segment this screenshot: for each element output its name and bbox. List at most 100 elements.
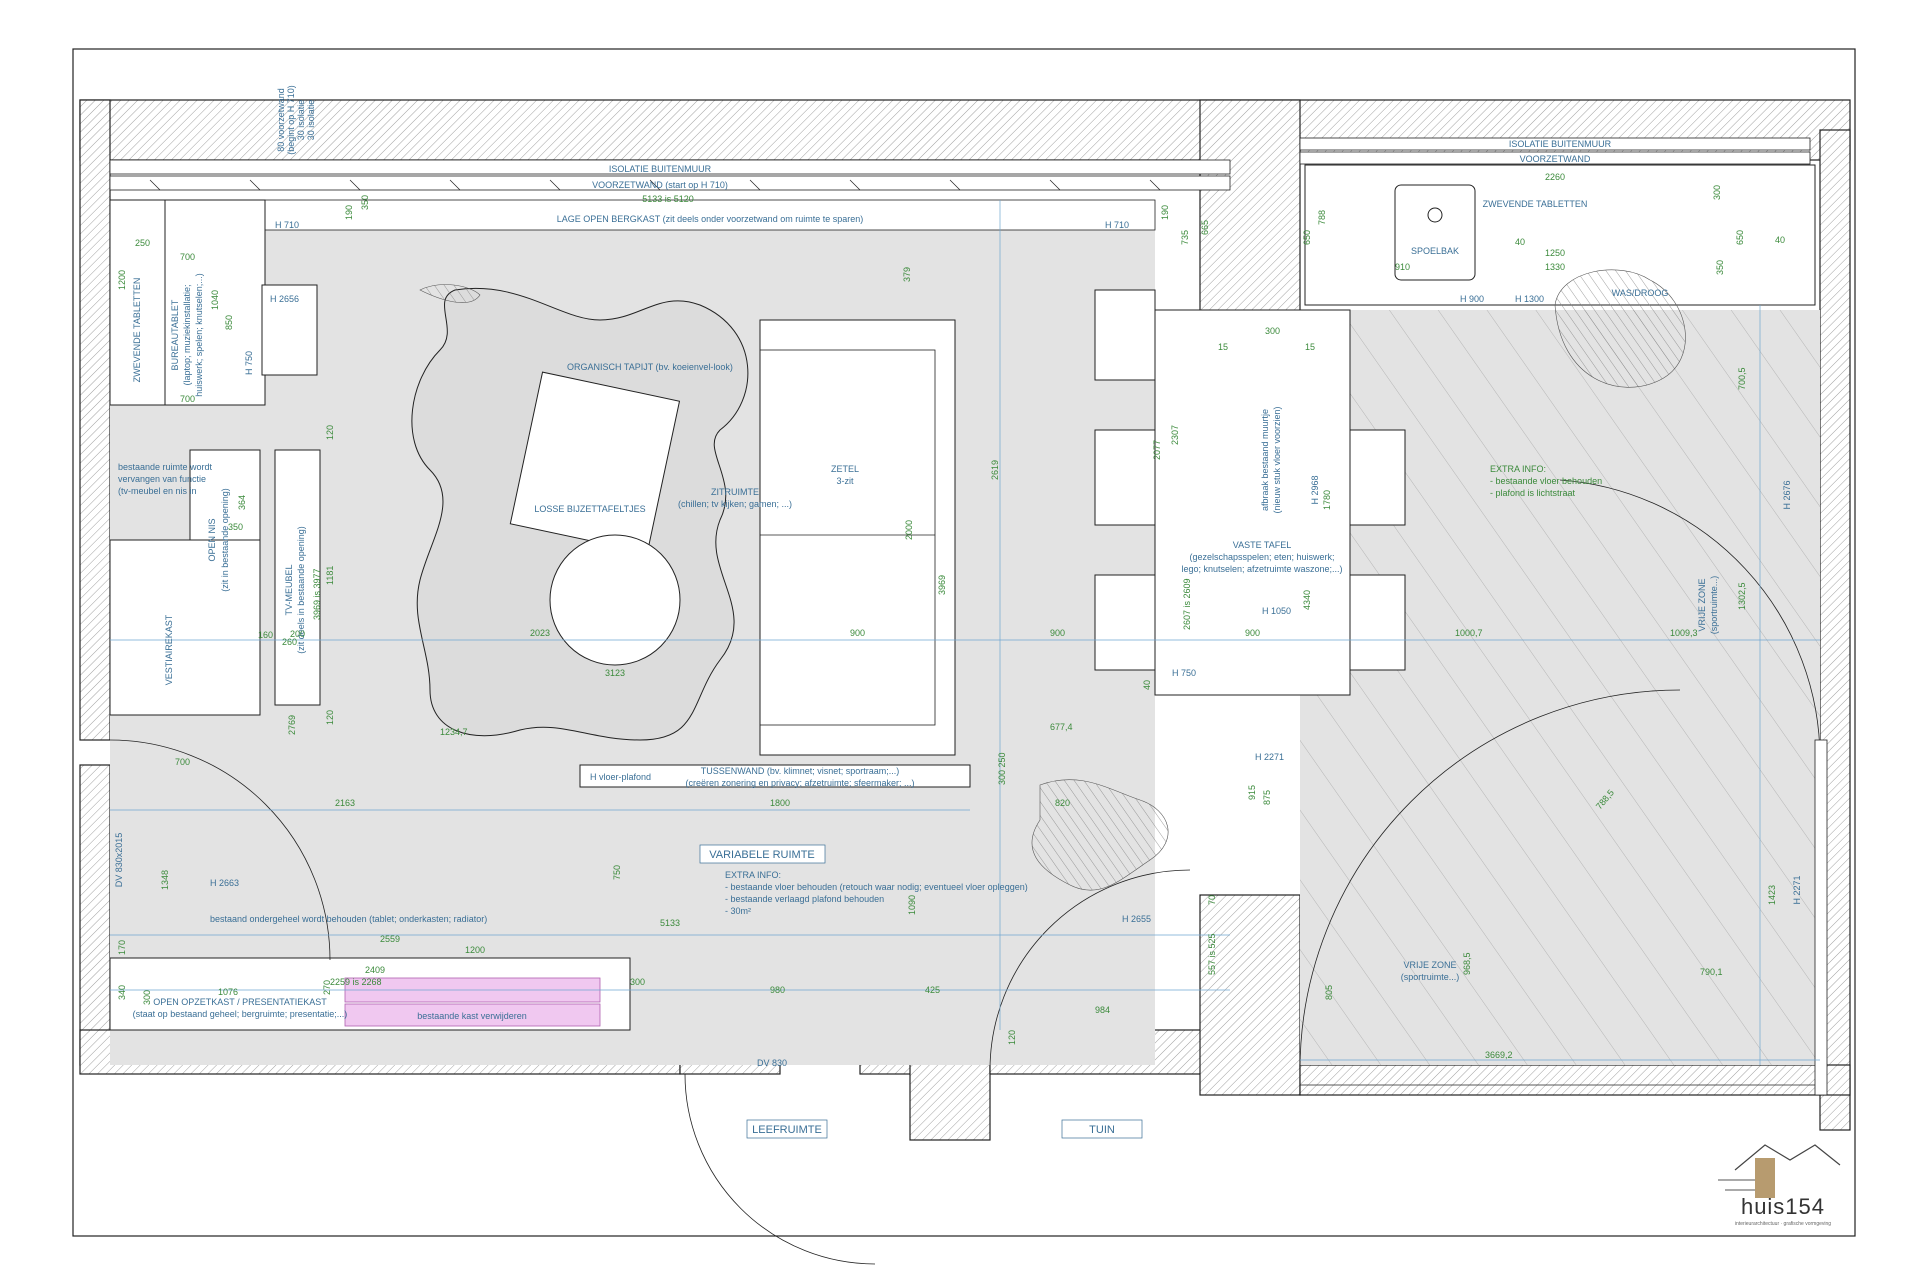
dim: 364 bbox=[237, 495, 247, 510]
label-h2271-a: H 2271 bbox=[1255, 752, 1284, 762]
dim: 2077 bbox=[1152, 440, 1162, 460]
dim: 1200 bbox=[465, 945, 485, 955]
label-zwevende-left: ZWEVENDE TABLETTEN bbox=[132, 278, 142, 383]
dim: 1200 bbox=[117, 270, 127, 290]
dim: 300 bbox=[1265, 326, 1280, 336]
dim: 1423 bbox=[1767, 885, 1777, 905]
label-vestiairekast: VESTIAIREKAST bbox=[164, 614, 174, 685]
dim: 1009,3 bbox=[1670, 628, 1698, 638]
dim: 2307 bbox=[1170, 425, 1180, 445]
label-extra-3: - bestaande verlaagd plafond behouden bbox=[725, 894, 884, 904]
dim: 980 bbox=[770, 985, 785, 995]
dim: 350 bbox=[228, 522, 243, 532]
label-bureau-2: (laptop; muziekinstallatie; bbox=[182, 284, 192, 385]
label-h2655: H 2655 bbox=[1122, 914, 1151, 924]
label-variabele-ruimte: VARIABELE RUIMTE bbox=[709, 849, 815, 861]
dim: 1348 bbox=[160, 870, 170, 890]
label-opzetkast-2: (staat op bestaand geheel; bergruimte; p… bbox=[133, 1009, 348, 1019]
dim: 1800 bbox=[770, 798, 790, 808]
label-wall-note-1: 80 voorzetwand bbox=[276, 88, 286, 152]
dim: 1076 bbox=[218, 987, 238, 997]
dim: 1234,7 bbox=[440, 727, 468, 737]
dim: 5133 bbox=[660, 918, 680, 928]
label-voorzetwand-left: VOORZETWAND (start op H 710) bbox=[592, 180, 728, 190]
label-was-droog: WAS/DROOG bbox=[1612, 288, 1669, 298]
label-vrije-zone-1: VRIJE ZONE bbox=[1403, 960, 1456, 970]
dim: 915 bbox=[1247, 785, 1257, 800]
dim: 300 bbox=[1712, 185, 1722, 200]
label-extra-4: - 30m² bbox=[725, 906, 751, 916]
dim: 379 bbox=[902, 267, 912, 282]
label-afbraak-1: afbraak bestaand muurtje bbox=[1260, 409, 1270, 511]
brand-tagline: interieurarchitectuur · grafische vormge… bbox=[1735, 1221, 1831, 1227]
kitchen-floor-pattern bbox=[1300, 310, 1820, 1065]
label-zetel-2: 3-zit bbox=[836, 476, 854, 486]
dim-5133-top: 5133 is 5120 bbox=[642, 194, 694, 204]
dim: 2260 bbox=[1545, 172, 1565, 182]
label-tv-1: TV-MEUBEL bbox=[284, 564, 294, 615]
dim: 2769 bbox=[287, 715, 297, 735]
label-h2271-b: H 2271 bbox=[1792, 875, 1802, 904]
chair-3 bbox=[1094, 574, 1156, 671]
dim: 4340 bbox=[1302, 590, 1312, 610]
label-tussenwand-1: TUSSENWAND (bv. klimnet; visnet; sportra… bbox=[701, 766, 900, 776]
dim: 2607 is 2609 bbox=[1182, 578, 1192, 630]
label-vrije-zone-v1: VRIJE ZONE bbox=[1697, 578, 1707, 631]
label-vaste-tafel-2: (gezelschapsspelen; eten; huiswerk; bbox=[1189, 552, 1334, 562]
side-table-round bbox=[549, 534, 681, 666]
label-bestaande-2: vervangen van functie bbox=[118, 474, 206, 484]
sofa bbox=[759, 319, 956, 756]
label-wall-note-2: (begint op H 710) bbox=[286, 85, 296, 155]
dim: 968,5 bbox=[1462, 952, 1472, 975]
dim: 15 bbox=[1305, 342, 1315, 352]
wardrobe bbox=[109, 539, 261, 716]
label-ondergeheel: bestaand ondergeheel wordt behouden (tab… bbox=[210, 914, 487, 924]
dim: 120 bbox=[325, 425, 335, 440]
dim: 910 bbox=[1395, 262, 1410, 272]
label-extra-r3: - plafond is lichtstraat bbox=[1490, 488, 1576, 498]
house-roof-icon bbox=[1734, 1144, 1841, 1171]
dim: 805 bbox=[1324, 985, 1334, 1000]
label-kast-verwijderen: bestaande kast verwijderen bbox=[417, 1011, 527, 1021]
dim: 2619 bbox=[990, 460, 1000, 480]
dim: 40 bbox=[1775, 235, 1785, 245]
label-open-nis: OPEN NIS bbox=[207, 518, 217, 561]
label-h1300: H 1300 bbox=[1515, 294, 1544, 304]
chair-4 bbox=[1344, 429, 1406, 526]
chair-5 bbox=[1344, 574, 1406, 671]
dim: 1302,5 bbox=[1737, 582, 1747, 610]
label-bijzet: LOSSE BIJZETTAFELTJES bbox=[534, 504, 645, 514]
dim: 2409 bbox=[365, 965, 385, 975]
dim: 677,4 bbox=[1050, 722, 1073, 732]
dim: 340 bbox=[117, 985, 127, 1000]
room-tag-tuin-text: TUIN bbox=[1089, 1124, 1115, 1136]
label-tapijt: ORGANISCH TAPIJT (bv. koeienvel-look) bbox=[567, 362, 733, 372]
label-isolatie-right: ISOLATIE BUITENMUUR bbox=[1509, 139, 1612, 149]
label-bureau-1: BUREAUTABLET bbox=[170, 299, 180, 370]
dim: 250 bbox=[135, 238, 150, 248]
dim: 190 bbox=[1160, 205, 1170, 220]
label-opzetkast-1: OPEN OPZETKAST / PRESENTATIEKAST bbox=[153, 997, 327, 1007]
brand-logo: huis154 interieurarchitectuur · grafisch… bbox=[1718, 1144, 1841, 1227]
label-bureau-3: huiswerk; spelen; knutselen;...) bbox=[194, 273, 204, 397]
dim: 190 bbox=[344, 205, 354, 220]
dim: 270 bbox=[322, 980, 332, 995]
label-dv-left: DV 830x2015 bbox=[114, 833, 124, 888]
dim: 1181 bbox=[325, 566, 335, 585]
dim: 170 bbox=[117, 940, 127, 955]
dim: 665 bbox=[1200, 220, 1210, 235]
dim: 750 bbox=[612, 865, 622, 880]
label-afbraak-2: (nieuw stuk vloer voorzien) bbox=[1272, 406, 1282, 513]
dim: 700 bbox=[180, 252, 195, 262]
label-vaste-tafel-1: VASTE TAFEL bbox=[1233, 540, 1292, 550]
dim: 3123 bbox=[605, 668, 625, 678]
dim: 3969 is 3977 bbox=[312, 568, 322, 620]
dim: 735 bbox=[1180, 230, 1190, 245]
label-h750-left: H 750 bbox=[244, 351, 254, 375]
chair-1 bbox=[1094, 289, 1156, 381]
label-bestaande-1: bestaande ruimte wordt bbox=[118, 462, 213, 472]
dim: 700 bbox=[180, 394, 195, 404]
floor-plan-drawing: ISOLATIE BUITENMUUR VOORZETWAND (start o… bbox=[0, 0, 1919, 1281]
label-lage-kast: LAGE OPEN BERGKAST (zit deels onder voor… bbox=[557, 214, 863, 224]
dim: 557 is 525 bbox=[1207, 933, 1217, 975]
